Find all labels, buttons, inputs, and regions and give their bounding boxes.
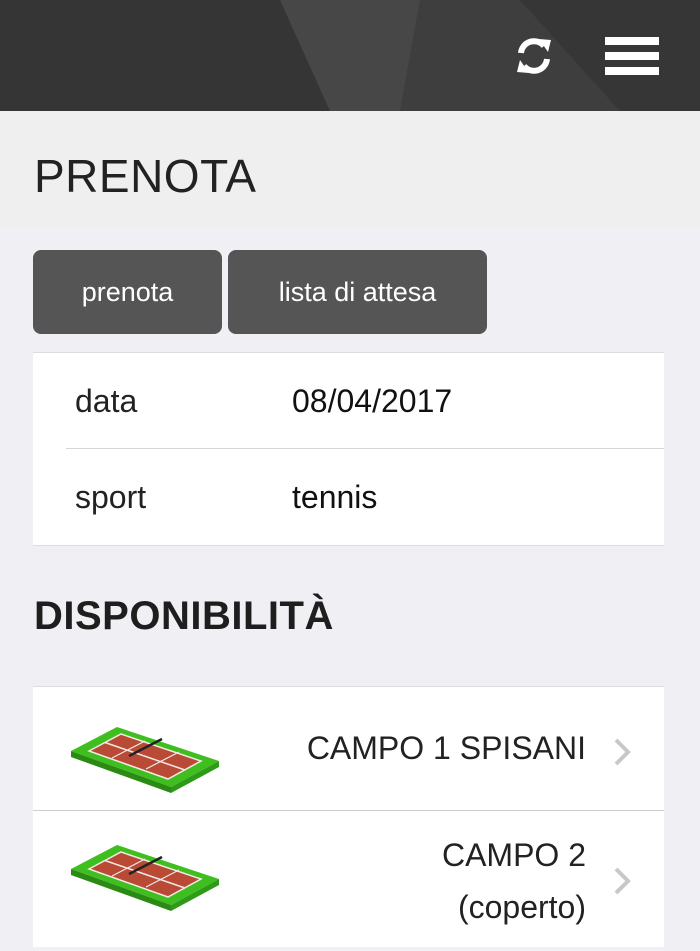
sport-field[interactable]: sport tennis: [33, 449, 664, 545]
title-bar: PRENOTA: [0, 111, 700, 228]
tennis-court-icon: [71, 727, 219, 793]
chevron-right-icon: [614, 738, 631, 766]
tab-prenota[interactable]: prenota: [33, 250, 222, 334]
court-list: CAMPO 1 SPISANI CAMPO 2 (coperto): [33, 686, 664, 947]
header-background: [0, 0, 700, 111]
date-value[interactable]: 08/04/2017: [292, 383, 452, 420]
sport-label: sport: [75, 479, 147, 515]
date-field[interactable]: data 08/04/2017: [33, 353, 664, 449]
app-header: [0, 0, 700, 111]
list-item-campo-2[interactable]: CAMPO 2 (coperto): [33, 811, 664, 951]
sport-value[interactable]: tennis: [292, 479, 377, 516]
tennis-court-icon: [71, 845, 219, 911]
hamburger-menu-icon: [605, 37, 659, 75]
date-label: data: [75, 383, 138, 419]
page-title: PRENOTA: [34, 150, 257, 202]
court-name: CAMPO 1 SPISANI: [306, 730, 586, 766]
refresh-button[interactable]: [504, 28, 564, 84]
chevron-right-icon: [614, 867, 631, 895]
court-name: CAMPO 2 (coperto): [442, 829, 586, 933]
availability-heading: DISPONIBILITÀ: [34, 594, 334, 638]
court-name-line2: (coperto): [457, 889, 586, 925]
menu-button[interactable]: [602, 28, 662, 84]
refresh-icon: [517, 38, 551, 74]
list-item-campo-1[interactable]: CAMPO 1 SPISANI: [33, 687, 664, 811]
booking-form: data 08/04/2017 sport tennis: [33, 352, 664, 546]
court-name-line1: CAMPO 2: [441, 837, 586, 873]
tab-lista-di-attesa[interactable]: lista di attesa: [228, 250, 487, 334]
